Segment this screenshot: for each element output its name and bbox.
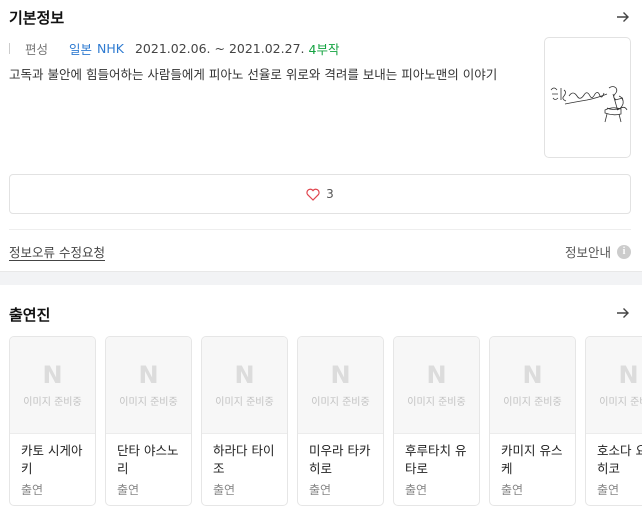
country-link[interactable]: 일본: [69, 39, 92, 58]
cast-role: 출연: [597, 483, 620, 497]
poster-sketch: [550, 86, 628, 123]
cast-role: 출연: [405, 483, 428, 497]
cast-role: 출연: [117, 483, 140, 497]
cast-name: 하라다 타이조: [213, 443, 275, 476]
cast-title: 출연진: [9, 306, 51, 324]
arrow-right-icon[interactable]: [616, 306, 630, 320]
broadcast-dates: 2021.02.06. ~ 2021.02.27.: [134, 41, 305, 56]
cast-card[interactable]: N 이미지 준비중하라다 타이조출연: [201, 336, 288, 506]
cast-role: 출연: [213, 483, 236, 497]
section-separator: [0, 271, 642, 285]
cast-list: N 이미지 준비중카토 시게아키출연 N 이미지 준비중단타 야스노리출연 N 이미지 준…: [9, 336, 642, 512]
cast-photo-placeholder: N 이미지 준비중: [586, 337, 642, 434]
cast-card[interactable]: N 이미지 준비중카미지 유스케출연: [489, 336, 576, 506]
cast-role: 출연: [501, 483, 524, 497]
n-logo-placeholder: N: [426, 360, 447, 389]
cast-photo-placeholder: N 이미지 준비중: [298, 337, 383, 434]
cast-photo-placeholder: N 이미지 준비중: [490, 337, 575, 434]
info-icon: i: [617, 244, 631, 259]
cast-name: 카토 시게아키: [21, 443, 83, 476]
meta-divider: [9, 43, 10, 54]
cast-role: 출연: [21, 483, 44, 497]
info-guide-label: 정보안내: [564, 245, 611, 260]
cast-card[interactable]: N 이미지 준비중미우라 타카히로출연: [297, 336, 384, 506]
placeholder-text: 이미지 준비중: [119, 396, 178, 408]
placeholder-text: 이미지 준비중: [503, 396, 562, 408]
placeholder-text: 이미지 준비중: [599, 396, 642, 408]
broadcast-meta: 편성 일본 NHK 2021.02.06. ~ 2021.02.27. 4부작: [9, 39, 339, 58]
cast-card[interactable]: N 이미지 준비중후루타치 유타로출연: [393, 336, 480, 506]
cast-name: 호소다 요시히코: [597, 443, 642, 476]
cast-role: 출연: [309, 483, 332, 497]
cast-card[interactable]: N 이미지 준비중호소다 요시히코출연: [585, 336, 642, 506]
category-label: 편성: [25, 42, 49, 57]
cast-photo-placeholder: N 이미지 준비중: [202, 337, 287, 434]
heart-icon: [306, 188, 320, 201]
episode-count: 4부작: [308, 42, 340, 57]
cast-photo-placeholder: N 이미지 준비중: [10, 337, 95, 434]
cast-name: 후루타치 유타로: [405, 443, 467, 476]
n-logo-placeholder: N: [330, 360, 351, 389]
placeholder-text: 이미지 준비중: [23, 396, 82, 408]
n-logo-placeholder: N: [138, 360, 159, 389]
placeholder-text: 이미지 준비중: [215, 396, 274, 408]
info-guide-button[interactable]: 정보안내 i: [565, 242, 631, 261]
placeholder-text: 이미지 준비중: [311, 396, 370, 408]
cast-photo-placeholder: N 이미지 준비중: [394, 337, 479, 434]
cast-name: 미우라 타카히로: [309, 443, 371, 476]
basic-info-title: 기본정보: [9, 9, 65, 27]
like-count: 3: [326, 187, 334, 201]
like-button[interactable]: 3: [9, 174, 631, 214]
n-logo-placeholder: N: [234, 360, 255, 389]
divider: [9, 229, 631, 230]
cast-photo-placeholder: N 이미지 준비중: [106, 337, 191, 434]
arrow-right-icon[interactable]: [616, 10, 630, 24]
poster-image[interactable]: [544, 37, 631, 158]
n-logo-placeholder: N: [42, 360, 63, 389]
channel-link[interactable]: NHK: [97, 41, 124, 56]
report-error-link[interactable]: 정보오류 수정요청: [9, 242, 105, 261]
n-logo-placeholder: N: [618, 360, 639, 389]
n-logo-placeholder: N: [522, 360, 543, 389]
synopsis: 고독과 불안에 힘들어하는 사람들에게 피아노 선율로 위로와 격려를 보내는 …: [9, 67, 498, 82]
cast-card[interactable]: N 이미지 준비중카토 시게아키출연: [9, 336, 96, 506]
cast-card[interactable]: N 이미지 준비중단타 야스노리출연: [105, 336, 192, 506]
cast-name: 단타 야스노리: [117, 443, 179, 476]
placeholder-text: 이미지 준비중: [407, 396, 466, 408]
cast-name: 카미지 유스케: [501, 443, 563, 476]
